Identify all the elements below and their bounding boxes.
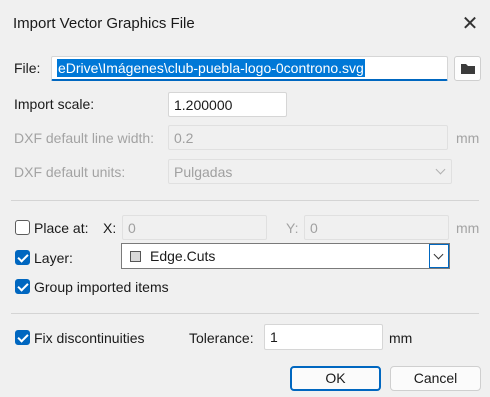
browse-button[interactable] (454, 56, 481, 81)
import-scale-label: Import scale: (14, 96, 95, 112)
layer-label: Layer: (34, 250, 73, 266)
chevron-down-icon (435, 164, 446, 175)
group-checkbox[interactable] (15, 279, 30, 294)
chevron-down-icon (433, 249, 444, 260)
layer-checkbox[interactable] (15, 250, 30, 265)
place-at-checkbox[interactable] (15, 220, 30, 235)
dxf-line-width-input[interactable]: 0.2 (168, 125, 448, 150)
dxf-line-width-unit: mm (456, 130, 480, 146)
folder-icon (461, 64, 475, 74)
close-icon[interactable]: ✕ (458, 12, 482, 36)
layer-dropdown-button[interactable] (429, 244, 449, 268)
y-input[interactable]: 0 (304, 215, 449, 240)
dxf-line-width-label: DXF default line width: (14, 130, 155, 146)
layer-value: Edge.Cuts (150, 248, 216, 264)
dxf-units-label: DXF default units: (14, 164, 126, 180)
layer-color-swatch (130, 251, 141, 262)
file-path-text: eDrive\Imágenes\club-puebla-logo-0contro… (57, 59, 365, 77)
file-label: File: (14, 60, 41, 76)
dialog-title: Import Vector Graphics File (13, 15, 195, 32)
file-path-input[interactable]: eDrive\Imágenes\club-puebla-logo-0contro… (51, 56, 448, 81)
separator (11, 313, 479, 314)
ok-button[interactable]: OK (290, 366, 381, 391)
tolerance-label: Tolerance: (189, 330, 254, 346)
tolerance-input[interactable]: 1 (264, 324, 383, 350)
separator (11, 200, 479, 201)
fix-discontinuities-label: Fix discontinuities (34, 330, 145, 346)
x-input[interactable]: 0 (122, 215, 267, 240)
dxf-units-value: Pulgadas (174, 164, 233, 180)
layer-select[interactable]: Edge.Cuts (121, 243, 450, 269)
import-scale-input[interactable]: 1.200000 (168, 92, 287, 117)
place-at-label: Place at: (34, 220, 89, 236)
dxf-units-select[interactable]: Pulgadas (168, 159, 452, 184)
x-label: X: (103, 220, 117, 236)
place-at-unit: mm (456, 220, 480, 236)
group-label: Group imported items (34, 279, 169, 295)
tolerance-unit: mm (389, 330, 413, 346)
cancel-button[interactable]: Cancel (390, 366, 481, 391)
fix-discontinuities-checkbox[interactable] (15, 330, 30, 345)
y-label: Y: (286, 220, 299, 236)
